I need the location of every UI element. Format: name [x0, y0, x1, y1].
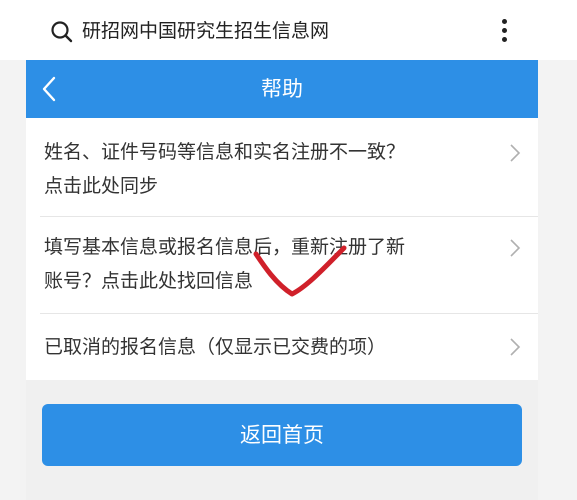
chevron-right-icon [510, 144, 521, 162]
help-item-cancelled-registrations[interactable]: 已取消的报名信息（仅显示已交费的项） [26, 314, 538, 380]
help-item-line: 账号？点击此处找回信息 [44, 270, 254, 292]
page-header: 帮助 [26, 60, 538, 118]
browser-search-bar[interactable]: 研招网中国研究生招生信息网 [0, 0, 577, 60]
page-title: 帮助 [261, 77, 303, 101]
chevron-right-icon [510, 239, 521, 257]
help-item-line: 姓名、证件号码等信息和实名注册不一致？ [44, 141, 406, 163]
chevron-right-icon [510, 338, 521, 356]
search-query-text[interactable]: 研招网中国研究生招生信息网 [82, 17, 329, 45]
help-list: 姓名、证件号码等信息和实名注册不一致？ 点击此处同步 填写基本信息或报名信息后，… [26, 118, 538, 380]
return-home-button[interactable]: 返回首页 [42, 404, 522, 466]
help-item-sync-identity[interactable]: 姓名、证件号码等信息和实名注册不一致？ 点击此处同步 [26, 118, 538, 216]
more-vertical-icon[interactable] [492, 16, 516, 46]
help-item-line: 填写基本信息或报名信息后，重新注册了新 [44, 236, 406, 258]
chevron-left-icon[interactable] [38, 73, 62, 105]
help-item-line: 已取消的报名信息（仅显示已交费的项） [44, 336, 387, 358]
help-item-line: 点击此处同步 [44, 175, 159, 197]
search-icon[interactable] [50, 20, 74, 44]
screen: 研招网中国研究生招生信息网 帮助 姓名、证件号码等信息和实名注册不一致？ 点击此… [0, 0, 577, 500]
help-item-recover-info[interactable]: 填写基本信息或报名信息后，重新注册了新 账号？点击此处找回信息 [26, 217, 538, 313]
